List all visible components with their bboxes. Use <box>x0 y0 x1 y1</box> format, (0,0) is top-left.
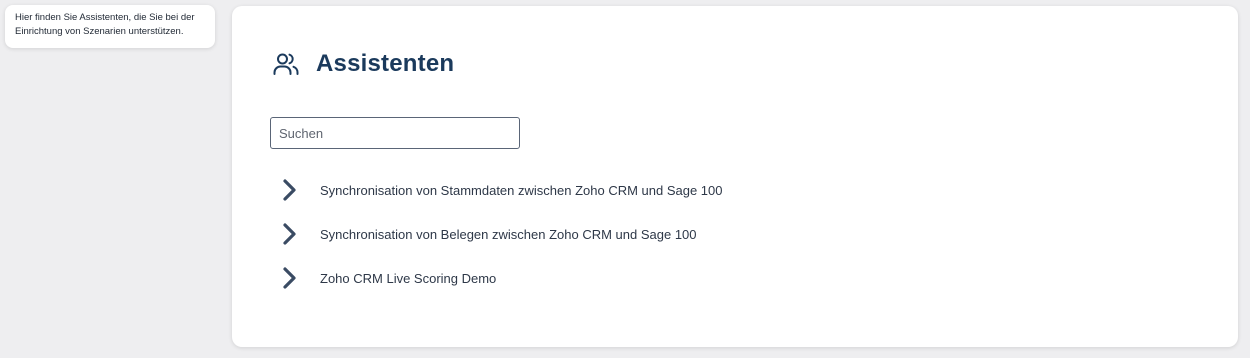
chevron-right-icon <box>272 266 308 290</box>
assistant-list: Synchronisation von Stammdaten zwischen … <box>272 174 723 306</box>
info-text: Hier finden Sie Assistenten, die Sie bei… <box>15 12 195 37</box>
page-title: Assistenten <box>316 50 455 77</box>
chevron-right-icon <box>272 178 308 202</box>
page-header: Assistenten <box>272 50 454 78</box>
assistants-panel: Assistenten Synchronisation von Stammdat… <box>232 6 1238 347</box>
info-card: Hier finden Sie Assistenten, die Sie bei… <box>5 5 215 48</box>
assistant-item-label: Zoho CRM Live Scoring Demo <box>320 270 497 286</box>
assistant-item[interactable]: Zoho CRM Live Scoring Demo <box>272 250 723 306</box>
chevron-right-icon <box>272 222 308 246</box>
users-icon <box>273 53 299 75</box>
assistant-item-label: Synchronisation von Belegen zwischen Zoh… <box>320 226 697 242</box>
search-input[interactable] <box>270 117 520 149</box>
assistant-item-label: Synchronisation von Stammdaten zwischen … <box>320 182 723 198</box>
